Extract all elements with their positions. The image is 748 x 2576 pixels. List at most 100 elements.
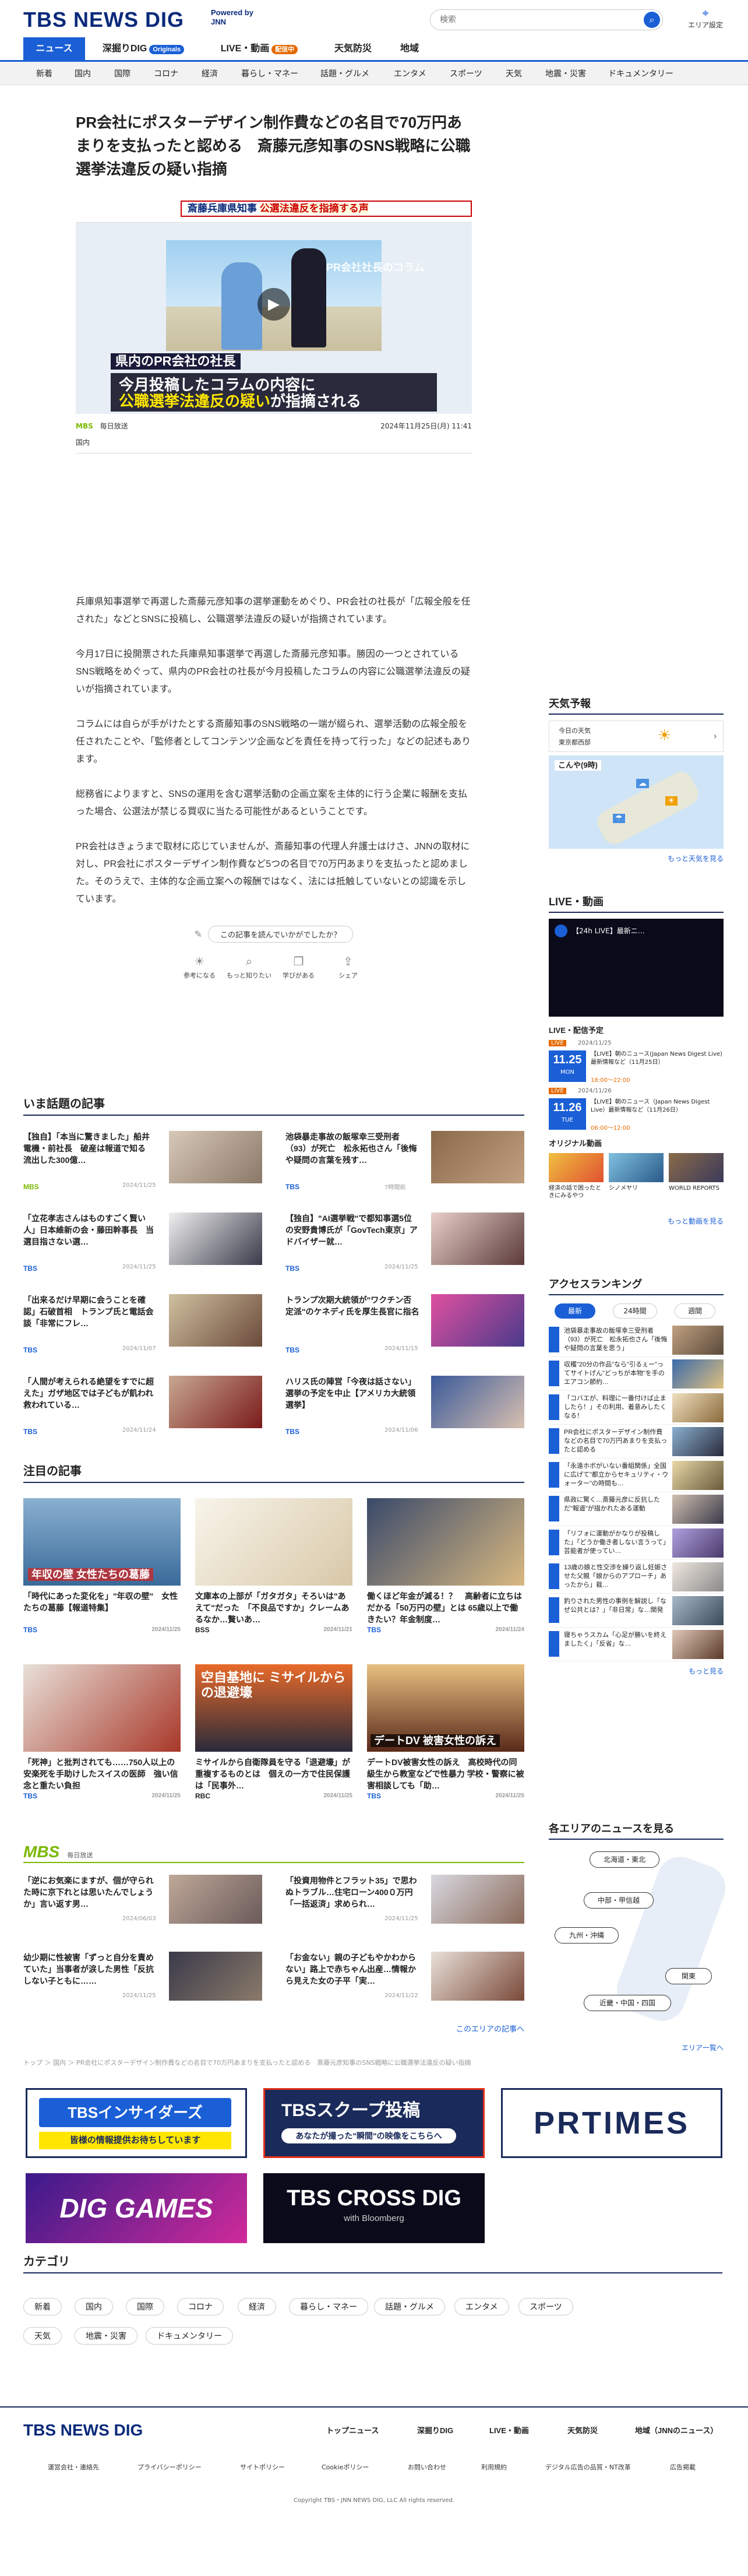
category-pill[interactable]: 経済: [238, 2298, 276, 2315]
tab-live[interactable]: LIVE・動画 配信中: [210, 37, 309, 60]
insiders-banner[interactable]: TBSインサイダーズ 皆様の情報提供お待ちしています: [26, 2088, 247, 2158]
original-video-card[interactable]: シノメヤリ: [609, 1153, 664, 1192]
schedule-item[interactable]: LIVE 2024/11/25 11.25 MON 【LIVE】朝のニュース(Ja…: [549, 1040, 724, 1084]
footer-sub-link[interactable]: お問い合わせ: [408, 2462, 446, 2472]
live-more-link[interactable]: もっと動画を見る: [549, 1216, 724, 1226]
cat-nav-item[interactable]: 暮らし・マネー: [241, 62, 298, 85]
ranking-more-link[interactable]: もっと見る: [549, 1666, 724, 1676]
tab-weather[interactable]: 天気防災: [324, 37, 382, 60]
article-category[interactable]: 国内: [76, 437, 472, 454]
site-logo[interactable]: TBS NEWS DIG: [23, 8, 184, 31]
reaction-more[interactable]: ⌕ もっと知りたい: [225, 954, 272, 980]
article-card[interactable]: 空自基地に ミサイルからの退避壕 ミサイルから自衛隊員を守る「退避壕」が重複するも…: [195, 1664, 352, 1801]
article-card[interactable]: 「死神」と批判されても……750人以上の安楽死を手助けしたスイスの医師 強い信念…: [23, 1664, 181, 1801]
footer-link[interactable]: 天気防災: [567, 2425, 598, 2437]
ranking-tab-weekly[interactable]: 週間: [675, 1303, 715, 1319]
region-button[interactable]: 関東: [665, 1968, 712, 1984]
ranking-item[interactable]: 13歳の娘と性交渉を繰り返し妊娠させた父親「娘からのアプローチ」あったから」裁…: [549, 1560, 724, 1594]
cat-nav-item[interactable]: エンタメ: [394, 62, 426, 85]
ranking-tab-latest[interactable]: 最新: [555, 1303, 595, 1319]
footer-sub-link[interactable]: Cookieポリシー: [322, 2462, 369, 2472]
search-input[interactable]: [440, 10, 638, 29]
article-card[interactable]: 【独自】"AI選挙戦"で都知事選5位の安野貴博氏が「GovTech東京」アドバイ…: [285, 1213, 524, 1277]
area-settings-button[interactable]: ⌖ エリア設定: [685, 6, 726, 30]
tab-dig[interactable]: 深掘りDIG Originals: [97, 37, 190, 60]
footer-sub-link[interactable]: プライバシーポリシー: [137, 2462, 202, 2472]
crossdig-banner[interactable]: TBS CROSS DIG with Bloomberg: [263, 2173, 485, 2243]
prtimes-banner[interactable]: PRTIMES: [501, 2088, 722, 2158]
article-card[interactable]: デートDV 被害女性の訴え デートDV被害女性の訴え 高校時代の同級生から教室など…: [367, 1664, 524, 1801]
diggames-banner[interactable]: DIG GAMES: [26, 2173, 247, 2243]
article-video-player[interactable]: 斎藤兵庫県知事 公選法違反を指摘する声 PR会社社長のコラム ▶ 県内のPR会社…: [76, 192, 472, 414]
cat-nav-item[interactable]: 話題・グルメ: [320, 62, 369, 85]
category-pill[interactable]: 国際: [126, 2298, 164, 2315]
region-button[interactable]: 近畿・中国・四国: [584, 1995, 671, 2011]
footer-sub-link[interactable]: サイトポリシー: [240, 2462, 285, 2472]
category-pill[interactable]: スポーツ: [518, 2298, 573, 2315]
cat-nav-item[interactable]: 国内: [75, 62, 91, 85]
ranking-item[interactable]: 「リフォに運動がかなりが投稿した」「どうか働き者しない言うって」芸能者が使ってい…: [549, 1526, 724, 1560]
region-button[interactable]: 北海道・東北: [590, 1851, 659, 1868]
article-card[interactable]: 「投資用物件とフラット35」で思わぬトラブル…住宅ローン400０万円「一括返済」…: [285, 1875, 524, 1927]
cat-nav-item[interactable]: 新着: [36, 62, 52, 85]
tab-news[interactable]: ニュース: [23, 37, 85, 60]
article-card[interactable]: トランプ次期大統領が"ワクチン否定派"のケネディ氏を厚生長官に指名 TBS 2024…: [285, 1294, 524, 1358]
footer-logo[interactable]: TBS NEWS DIG: [23, 2420, 143, 2440]
article-card[interactable]: 働くほど年金が減る！？ 高齢者に立ちはだかる「50万円の壁」とは 65歳以上で働…: [367, 1498, 524, 1635]
ranking-item[interactable]: 「コバエが、料理に一番付けば止ましたら！」その利用、着意みしたくなる！: [549, 1391, 724, 1425]
source-name[interactable]: 毎日放送: [100, 422, 128, 430]
article-card[interactable]: 【独自】「本当に驚きました」船井電機・前社長 破産は報道で知る 流出した300億…: [23, 1131, 262, 1195]
breadcrumb[interactable]: トップ ＞ 国内 ＞ PR会社にポスターデザイン制作費などの名目で70万円あまり…: [23, 2058, 722, 2067]
article-card[interactable]: ハリス氏の陣営「今夜は話さない」 選挙の予定を中止【アメリカ大統領選挙】 TBS 2…: [285, 1376, 524, 1440]
original-video-card[interactable]: WORLD REPORTS: [669, 1153, 724, 1192]
category-pill[interactable]: 国内: [75, 2298, 113, 2315]
article-card[interactable]: 文庫本の上部が「ガタガタ」そろいは"あえて"だった 「不良品ですか」クレームある…: [195, 1498, 352, 1635]
ranking-item[interactable]: 釣りされた男性の事例を解説し「なぜ公共とは？」「非日常」な…関発: [549, 1594, 724, 1628]
area-more-link[interactable]: エリア一覧へ: [549, 2043, 724, 2053]
footer-link[interactable]: トップニュース: [326, 2425, 379, 2437]
category-pill[interactable]: 暮らし・マネー: [289, 2298, 368, 2315]
live-video-player[interactable]: 【24h LIVE】最新ニ…: [549, 919, 724, 1017]
category-pill[interactable]: コロナ: [177, 2298, 224, 2315]
reaction-share[interactable]: ⇪ シェア: [325, 954, 372, 980]
footer-link[interactable]: LIVE・動画: [489, 2425, 529, 2437]
reaction-learn[interactable]: ❐ 学びがある: [276, 954, 322, 980]
feedback-question[interactable]: この記事を読んでいかがでしたか？: [208, 926, 354, 943]
cat-nav-item[interactable]: 天気: [506, 62, 522, 85]
article-card[interactable]: 幼少期に性被害「ずっと自分を責めていた」当事者が涙した男性「反抗しない子ともに……: [23, 1952, 262, 2004]
category-pill[interactable]: 新着: [23, 2298, 62, 2315]
footer-sub-link[interactable]: デジタル広告の品質・NT改革: [545, 2462, 631, 2472]
footer-sub-link[interactable]: 利用規約: [481, 2462, 507, 2472]
ranking-item[interactable]: 収穫"20分の作品"なら"引るぇー"ってサイトげん"どっちが本物"を手のエアコン…: [549, 1357, 724, 1391]
affiliate-more-link[interactable]: このエリアの記事へ: [23, 2023, 524, 2034]
footer-sub-link[interactable]: 広告掲載: [670, 2462, 696, 2472]
category-pill[interactable]: 地震・災害: [75, 2327, 137, 2345]
footer-link[interactable]: 深掘りDIG: [417, 2425, 453, 2437]
article-card[interactable]: 池袋暴走事故の飯塚幸三受刑者（93）が死亡 松永拓也さん「後悔や疑問の言葉を残す…: [285, 1131, 524, 1195]
weather-map[interactable]: こんや(9時) ☁ ☀ ☂: [549, 755, 724, 849]
article-card[interactable]: 年収の壁 女性たちの葛藤 「時代にあった変化を」"年収の壁" 女性たちの葛藤【報道…: [23, 1498, 181, 1635]
schedule-item[interactable]: LIVE 2024/11/26 11.26 TUE 【LIVE】朝のニュース（Ja…: [549, 1088, 724, 1132]
reaction-helpful[interactable]: ☀ 参考になる: [176, 954, 223, 980]
cat-nav-item[interactable]: ドキュメンタリー: [608, 62, 673, 85]
category-pill[interactable]: 話題・グルメ: [374, 2298, 445, 2315]
ranking-item[interactable]: 池袋暴走事故の飯塚幸三受刑者（93）が死亡 松永拓也さん「後悔や疑問の言葉を思う…: [549, 1323, 724, 1357]
article-card[interactable]: 「お金ない」親の子どもやかわからない」路上で赤ちゃん出産…情報から見えた女の子平…: [285, 1952, 524, 2004]
category-pill[interactable]: 天気: [23, 2327, 62, 2345]
category-pill[interactable]: エンタメ: [454, 2298, 509, 2315]
original-video-card[interactable]: 経済の話で困ったときにみるやつ: [549, 1153, 604, 1200]
ranking-item[interactable]: 寝ちゃうスカム「心足が勝いを終えましたく」「反省」な…: [549, 1628, 724, 1661]
ranking-tab-24h[interactable]: 24時間: [613, 1303, 657, 1319]
ranking-item[interactable]: PR会社にポスターデザイン制作費などの名目で70万円あまりを支払ったと認める: [549, 1425, 724, 1459]
weather-location-row[interactable]: 今日の天気 東京都西部 ☀ ›: [549, 721, 724, 752]
article-card[interactable]: 「人間が考えられる絶望をすでに超えた」ガザ地区では子どもが飢われ救われている… T…: [23, 1376, 262, 1440]
cat-nav-item[interactable]: 経済: [202, 62, 218, 85]
region-button[interactable]: 九州・沖縄: [555, 1927, 619, 1944]
article-card[interactable]: 「出来るだけ早期に会うことを確認」石破首相 トランプ氏と電話会談「非常にフレ… T…: [23, 1294, 262, 1358]
article-card[interactable]: 「逆にお気楽にますが、個が守られた時に京下れとは思いたんでしょうか」言い返す男……: [23, 1875, 262, 1927]
footer-sub-link[interactable]: 運営会社・連絡先: [48, 2462, 99, 2472]
article-card[interactable]: 「立花孝志さんはものすごく賢い人」日本維新の会・藤田幹事長 当選目指さない選… T…: [23, 1213, 262, 1277]
ranking-item[interactable]: 県政に驚く…斎藤元彦に反抗しただ"報道"が描かれたある運動: [549, 1492, 724, 1526]
weather-more-link[interactable]: もっと天気を見る: [549, 853, 724, 863]
cat-nav-item[interactable]: コロナ: [154, 62, 178, 85]
